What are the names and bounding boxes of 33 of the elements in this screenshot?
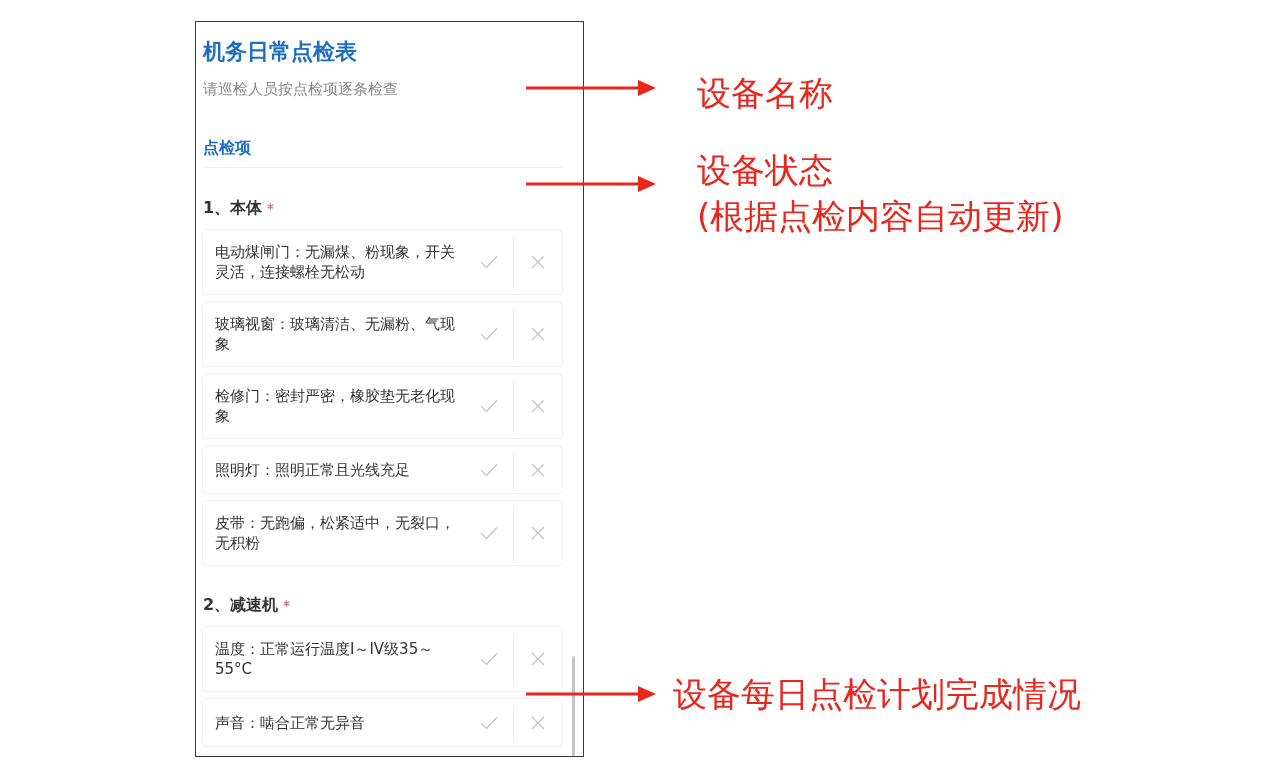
check-icon[interactable] (480, 399, 498, 413)
cross-icon[interactable] (531, 399, 545, 413)
scrollbar-thumb[interactable] (572, 656, 575, 756)
check-icon[interactable] (480, 715, 498, 730)
cross-icon[interactable] (531, 462, 545, 477)
check-icon[interactable] (480, 652, 498, 666)
cross-icon[interactable] (531, 715, 545, 730)
check-item-text: 声音：啮合正常无异音 (215, 712, 365, 733)
callout-label: 设备状态 (根据点检内容自动更新) (697, 149, 1064, 238)
form-subtitle: 请巡检人员按点检项逐条检查 (203, 79, 398, 99)
section-title: 点检项 (203, 138, 251, 157)
cross-icon[interactable] (531, 652, 545, 666)
cross-icon[interactable] (531, 255, 545, 269)
check-icon[interactable] (480, 462, 498, 477)
group-title: 2、减速机 (203, 594, 279, 616)
check-icon[interactable] (480, 526, 498, 540)
check-icon[interactable] (480, 327, 498, 341)
group-title: 1、本体 (203, 197, 263, 219)
cross-icon[interactable] (531, 526, 545, 540)
cross-icon[interactable] (531, 327, 545, 341)
check-item-text: 检修门：密封严密，橡胶垫无老化现象 (215, 386, 456, 426)
callout-label: 设备每日点检计划完成情况 (673, 673, 1081, 716)
check-item-text: 皮带：无跑偏，松紧适中，无裂口，无积粉 (215, 513, 456, 553)
check-item-text: 玻璃视窗：玻璃清洁、无漏粉、气现象 (215, 314, 456, 354)
right-arrow-icon (526, 686, 656, 702)
check-item-text: 电动煤闸门：无漏煤、粉现象，开关灵活，连接螺栓无松动 (215, 242, 456, 282)
callout-label: 设备名称 (697, 72, 833, 115)
right-arrow-icon (526, 176, 656, 192)
check-icon[interactable] (480, 255, 498, 269)
form-title: 机务日常点检表 (203, 38, 357, 66)
check-item-text: 照明灯：照明正常且光线充足 (215, 459, 410, 480)
right-arrow-icon (526, 80, 656, 96)
check-item-text: 温度：正常运行温度I～IV级35～55°C (215, 639, 435, 679)
